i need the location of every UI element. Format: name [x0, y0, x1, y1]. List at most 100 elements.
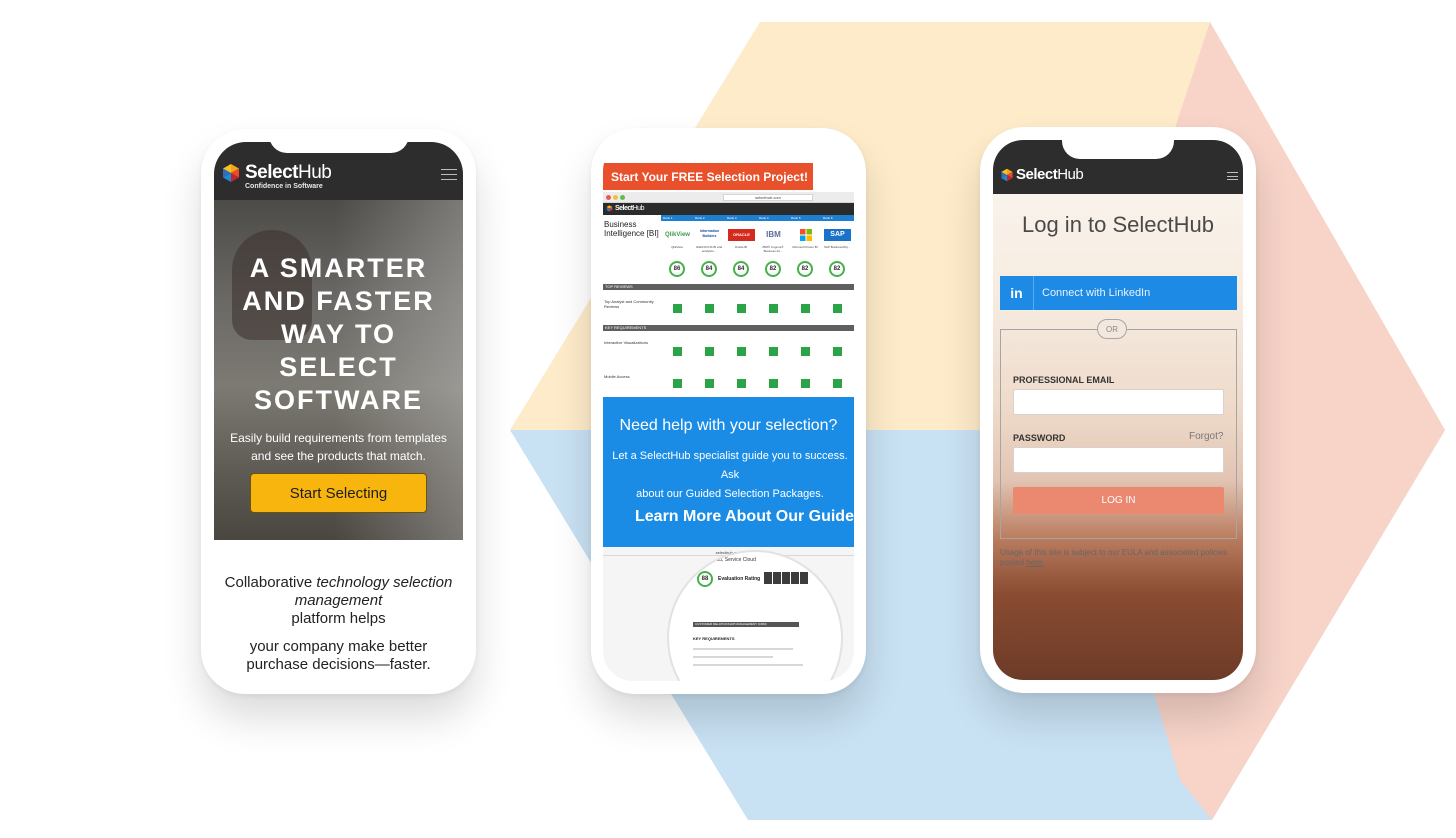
hamburger-menu-icon[interactable]: [441, 169, 457, 180]
hero-title-line: SELECT: [279, 352, 398, 382]
hero-title-line: SOFTWARE: [254, 385, 423, 415]
hero-banner: A SMARTER AND FASTER WAY TO SELECT SOFTW…: [214, 200, 463, 540]
vendor-score: 84: [733, 261, 749, 277]
vendor-column[interactable]: Information Builders WebFOCUS BI and ana…: [693, 223, 725, 283]
requirement-check: [833, 304, 842, 313]
promo-line: about our Guided Selection Packages.: [636, 488, 824, 500]
rank-header-row: Rank 1 Rank 2 Rank 3 Rank 4 Rank 5 Rank …: [661, 215, 854, 221]
microsoft-logo-icon: [792, 229, 819, 241]
vendor-score: 84: [701, 261, 717, 277]
vendor-name: IBM® Cognos® Business Int...: [762, 245, 784, 253]
requirement-score: [737, 347, 746, 356]
row-label: Top Analyst and Community Reviews: [604, 299, 654, 309]
crm-section-bar[interactable]: CUSTOMER RELATIONSHIP MANAGEMENT (CRM): [693, 622, 799, 627]
category-title: Business Intelligence [BI]: [604, 220, 659, 238]
selecthub-logo[interactable]: SelectHub: [606, 205, 644, 212]
rank-label: Rank 5: [791, 216, 801, 220]
hero-subtitle-line: Easily build requirements from templates: [230, 431, 447, 445]
evaluation-screenshot: selecthub.com Sales Cloud, Service Cloud…: [603, 547, 854, 681]
browser-maximize-dot[interactable]: [620, 195, 625, 200]
guided-selection-promo: Need help with your selection? Let a Sel…: [603, 397, 854, 547]
collaborative-text: Collaborative technology selection manag…: [214, 574, 463, 628]
collab-emphasis: technology selection management: [294, 574, 453, 609]
linkedin-icon: in: [1000, 276, 1034, 310]
vendor-column[interactable]: IBM IBM® Cognos® Business Int... 82: [757, 223, 789, 283]
vendor-columns: QlikView QlikView 86 Information Builder…: [661, 223, 854, 283]
section-label: CUSTOMER RELATIONSHIP MANAGEMENT (CRM): [695, 622, 767, 626]
browser-toolbar: selecthub.com: [603, 192, 854, 203]
requirement-score: [801, 347, 810, 356]
top-reviews-strip[interactable]: TOP REVIEWS: [603, 284, 854, 290]
strip-label: TOP REVIEWS: [605, 284, 633, 289]
collaborative-text-continued: your company make better purchase decisi…: [214, 638, 463, 674]
evaluation-score: 88: [697, 571, 713, 587]
requirement-score: [801, 379, 810, 388]
vendor-logo: QlikView: [665, 232, 690, 238]
requirement-check: [769, 304, 778, 313]
password-field[interactable]: [1013, 447, 1224, 473]
browser-url-bar[interactable]: selecthub.com: [723, 194, 813, 201]
requirement-score: [769, 379, 778, 388]
vendor-column[interactable]: QlikView QlikView 86: [661, 223, 693, 283]
vendor-score: 82: [765, 261, 781, 277]
promo-heading: Need help with your selection?: [619, 417, 838, 434]
selecthub-logo-icon: [223, 164, 239, 182]
evaluation-rating-label: Evaluation Rating: [718, 576, 761, 582]
login-screen: SelectHub Log in to SelectHub in Connect…: [993, 140, 1243, 680]
rank-label: Rank 2: [695, 216, 705, 220]
hero-subtitle-line: and see the products that match.: [251, 449, 426, 463]
free-project-banner[interactable]: Start Your FREE Selection Project!: [603, 163, 813, 190]
vendor-score: 86: [669, 261, 685, 277]
logo-text-light: Hub: [632, 205, 645, 212]
requirement-score: [833, 347, 842, 356]
phone-notch: [1062, 127, 1174, 159]
hamburger-menu-icon[interactable]: [1227, 172, 1238, 180]
hero-title-line: WAY TO: [280, 319, 397, 349]
selecthub-logo-icon: [1001, 168, 1013, 181]
user-avatar: [764, 572, 772, 584]
rank-label: Rank 6: [823, 216, 833, 220]
vendor-name: Microsoft Power BI: [792, 245, 818, 249]
collab-suffix: platform helps: [291, 610, 386, 627]
connect-linkedin-button[interactable]: in Connect with LinkedIn: [1000, 276, 1237, 310]
selecthub-logo[interactable]: SelectHub: [221, 162, 332, 184]
row-label: Mobile Access: [604, 374, 630, 379]
requirement-score: [705, 347, 714, 356]
requirement-check: [705, 304, 714, 313]
vendor-column[interactable]: Microsoft Power BI 82: [789, 223, 821, 283]
vendor-name: QlikView: [671, 245, 683, 249]
rank-label: Rank 1: [663, 216, 673, 220]
vendor-logo: SAP: [824, 229, 851, 241]
browser-minimize-dot[interactable]: [613, 195, 618, 200]
vendor-logo: Information Builders: [699, 229, 720, 238]
product-title: Sales Cloud, Service Cloud: [695, 557, 756, 563]
user-avatar: [791, 572, 799, 584]
vendor-column[interactable]: SAP SAP BusinessObj... 82: [821, 223, 853, 283]
start-selecting-button[interactable]: Start Selecting: [250, 473, 427, 513]
row-label: Interactive Visualizations: [604, 340, 648, 345]
content-line: [693, 648, 793, 650]
email-label: PROFESSIONAL EMAIL: [1013, 375, 1115, 385]
browser-close-dot[interactable]: [606, 195, 611, 200]
strip-label: KEY REQUIREMENTS: [605, 325, 647, 330]
usage-notice: Usage of this site is subject to our EUL…: [1000, 548, 1238, 568]
vendor-name: SAP BusinessObj...: [823, 245, 851, 249]
selecthub-logo[interactable]: SelectHub: [1000, 166, 1084, 183]
key-requirements-strip[interactable]: KEY REQUIREMENTS: [603, 325, 854, 331]
hero-title-line: AND FASTER: [242, 286, 435, 316]
eula-link[interactable]: here.: [1026, 558, 1044, 567]
home-screen: SelectHub Confidence in Software A SMART…: [214, 142, 463, 681]
vendor-column[interactable]: ORACLE Oracle BI 84: [725, 223, 757, 283]
phone-home-screen: SelectHub Confidence in Software A SMART…: [201, 129, 476, 694]
login-button[interactable]: LOG IN: [1013, 487, 1224, 514]
learn-more-link[interactable]: Learn More About Our Guide: [635, 508, 854, 526]
vendor-score: 82: [797, 261, 813, 277]
requirement-check: [673, 304, 682, 313]
email-field[interactable]: [1013, 389, 1224, 415]
magnifier-circle: Sales Cloud, Service Cloud 88 Evaluation…: [669, 552, 841, 681]
microsoft-logo-icon: [799, 229, 812, 241]
app-header: SelectHub: [603, 203, 854, 215]
phone-comparison-screen: Start Your FREE Selection Project! selec…: [591, 128, 866, 694]
forgot-password-link[interactable]: Forgot?: [1189, 431, 1223, 442]
vendor-name: Oracle BI: [734, 245, 748, 249]
